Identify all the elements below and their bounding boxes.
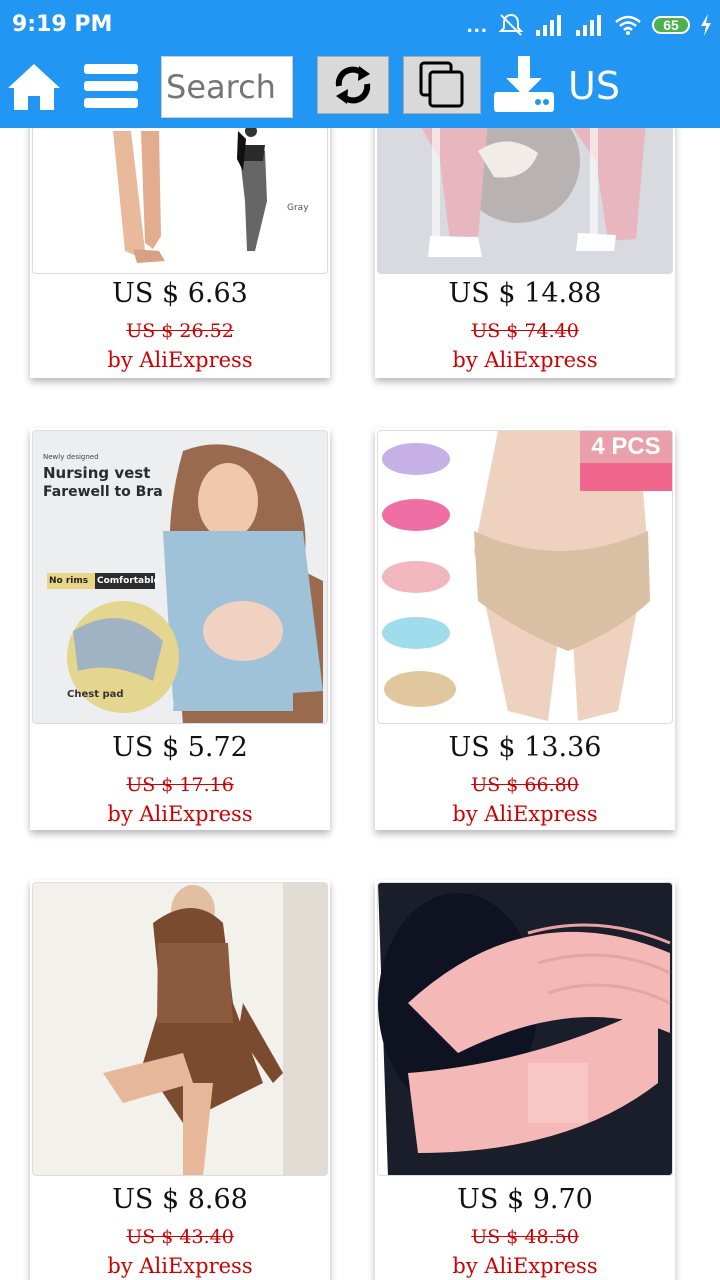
- pack-badge-label: 4 PCS: [580, 431, 672, 463]
- product-price: US $ 9.70: [457, 1184, 593, 1215]
- promo-line1: Nursing vest: [43, 464, 151, 482]
- seller-link[interactable]: by AliExpress: [375, 802, 675, 826]
- pack-badge: 4 PCS: [580, 431, 672, 491]
- original-price: US $ 74.40: [471, 320, 579, 342]
- wifi-icon: [615, 15, 641, 35]
- product-card[interactable]: Newly designed Nursing vest Farewell to …: [30, 428, 330, 830]
- battery-icon: 65: [652, 16, 690, 34]
- signal-icon-2: [576, 15, 601, 36]
- chest-pad-label: Chest pad: [67, 689, 124, 700]
- belly-band-illustration: [378, 883, 672, 1175]
- product-price: US $ 14.88: [448, 278, 602, 309]
- original-price: US $ 66.80: [471, 774, 579, 796]
- product-image[interactable]: [377, 128, 673, 274]
- product-image[interactable]: 4 PCS: [377, 430, 673, 724]
- product-card[interactable]: US $ 14.88 US $ 74.40 by AliExpress: [375, 128, 675, 378]
- status-bar: 9:19 PM ... 65: [0, 0, 720, 50]
- download-icon[interactable]: [492, 54, 556, 116]
- product-card[interactable]: US $ 9.70 US $ 48.50 by AliExpress: [375, 880, 675, 1280]
- product-price: US $ 13.36: [448, 732, 602, 763]
- color-label: Gray: [287, 203, 309, 213]
- refresh-button[interactable]: [317, 56, 389, 114]
- home-icon[interactable]: [6, 60, 62, 112]
- leggings-illustration: [113, 128, 267, 263]
- promo-line2: Farewell to Bra: [43, 484, 163, 500]
- original-price: US $ 17.16: [126, 774, 234, 796]
- original-price: US $ 26.52: [126, 320, 234, 342]
- charging-icon: [701, 14, 711, 36]
- mute-icon: [498, 13, 524, 36]
- product-image[interactable]: [32, 882, 328, 1176]
- seller-link[interactable]: by AliExpress: [30, 348, 330, 372]
- product-price: US $ 8.68: [112, 1184, 248, 1215]
- tag-comfortable: Comfortable: [97, 576, 160, 586]
- search-input[interactable]: [161, 56, 293, 118]
- seller-link[interactable]: by AliExpress: [375, 1254, 675, 1278]
- original-price: US $ 43.40: [126, 1226, 234, 1248]
- seller-link[interactable]: by AliExpress: [30, 1254, 330, 1278]
- refresh-icon: [335, 66, 371, 104]
- signal-icon: [536, 15, 561, 36]
- product-image[interactable]: Gray: [32, 128, 328, 274]
- original-price: US $ 48.50: [471, 1226, 579, 1248]
- tag-no-rims: No rims: [49, 576, 89, 586]
- status-icons: ... 65: [467, 10, 712, 40]
- maternity-pants-illustration: [378, 128, 672, 273]
- menu-icon[interactable]: [84, 62, 140, 110]
- promo-small: Newly designed: [43, 453, 99, 461]
- seller-link[interactable]: by AliExpress: [30, 802, 330, 826]
- product-grid: Gray US $ 6.63 US $ 26.52 by AliExpress …: [0, 128, 720, 1280]
- product-image[interactable]: Newly designed Nursing vest Farewell to …: [32, 430, 328, 724]
- product-price: US $ 5.72: [112, 732, 248, 763]
- product-card[interactable]: 4 PCS US $ 13.36 US $ 66.80 by AliExpres…: [375, 428, 675, 830]
- region-label[interactable]: US: [568, 64, 620, 108]
- copy-icon: [419, 61, 464, 108]
- copy-button[interactable]: [403, 56, 481, 114]
- product-price: US $ 6.63: [112, 278, 248, 309]
- product-card[interactable]: Gray US $ 6.63 US $ 26.52 by AliExpress: [30, 128, 330, 378]
- product-image[interactable]: [377, 882, 673, 1176]
- leopard-dress-illustration: [33, 883, 327, 1175]
- seller-link[interactable]: by AliExpress: [375, 348, 675, 372]
- product-card[interactable]: US $ 8.68 US $ 43.40 by AliExpress: [30, 880, 330, 1280]
- status-time: 9:19 PM: [12, 12, 113, 37]
- more-notifications-icon: ...: [466, 12, 488, 37]
- app-toolbar: US: [0, 50, 720, 128]
